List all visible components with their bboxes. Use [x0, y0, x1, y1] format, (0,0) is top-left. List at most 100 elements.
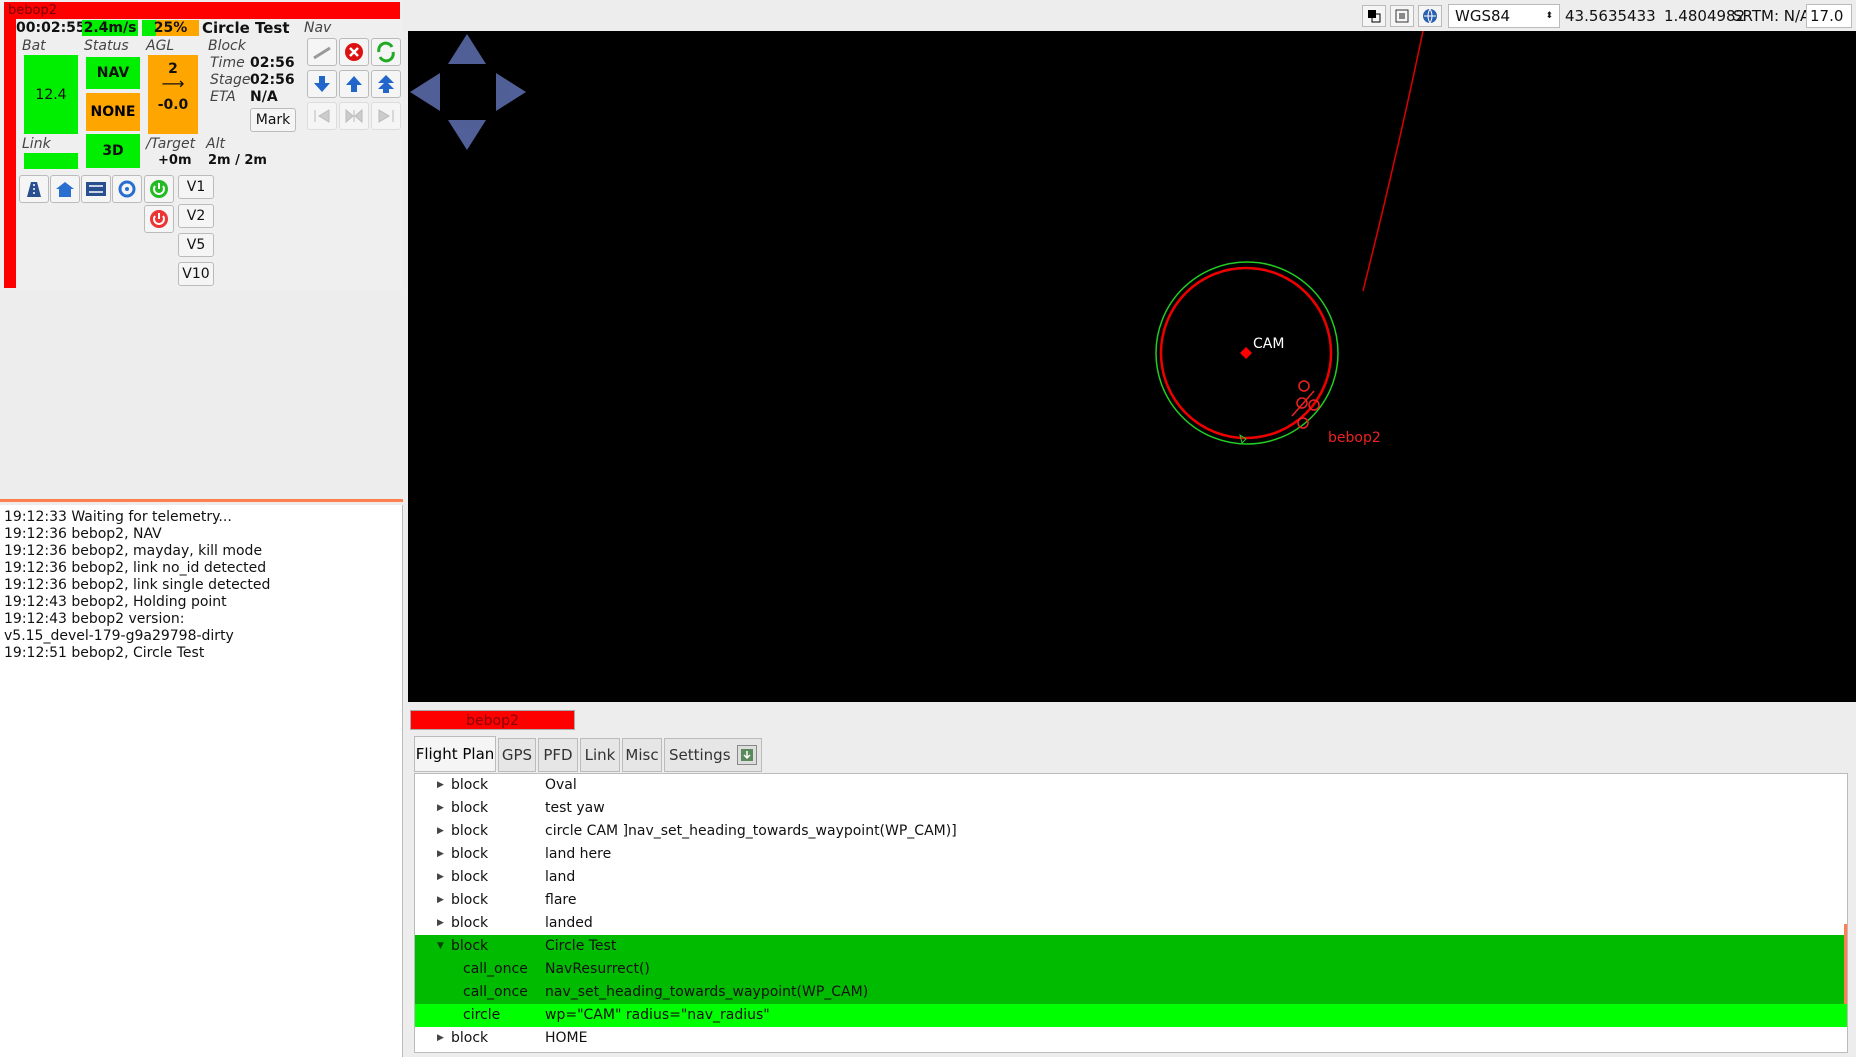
double-arrow-up-icon	[378, 75, 394, 93]
tree-row[interactable]: call_once nav_set_heading_towards_waypoin…	[415, 981, 1847, 1004]
pan-arrows[interactable]	[410, 34, 526, 150]
block-label: Block	[208, 38, 246, 54]
expand-arrow-icon[interactable]: ▶	[437, 889, 444, 912]
console-line: 19:12:36 bebop2, link no_id detected	[4, 560, 267, 576]
power-on-button[interactable]	[144, 175, 174, 203]
takeoff-button[interactable]	[307, 38, 337, 66]
zoom-value: 17.0	[1810, 7, 1844, 25]
console-line: 19:12:36 bebop2, mayday, kill mode	[4, 543, 263, 559]
arrow-down-icon	[314, 76, 330, 92]
target-value: +0m	[158, 153, 192, 168]
expand-arrow-icon[interactable]: ▶	[437, 843, 444, 866]
pan-up-icon[interactable]	[448, 34, 486, 64]
status-gps: 3D	[86, 134, 140, 168]
power-off-icon	[150, 210, 168, 228]
tree-row[interactable]: ▶ block test yaw	[415, 797, 1849, 820]
down-button[interactable]	[307, 70, 337, 98]
fit-button[interactable]	[1390, 5, 1414, 27]
console-line: 19:12:36 bebop2, NAV	[4, 526, 162, 542]
status-kill: NONE	[86, 93, 140, 131]
tree-row-active-stage[interactable]: circle wp="CAM" radius="nav_radius"	[415, 1004, 1847, 1027]
projection-select[interactable]: WGS84 ⬍	[1448, 4, 1560, 28]
fast-up-button[interactable]	[371, 70, 401, 98]
link-label: Link	[22, 136, 51, 152]
strip-name-bar[interactable]: bebop2	[4, 2, 400, 19]
v1-button[interactable]: V1	[178, 175, 214, 199]
power-on-icon	[150, 180, 168, 198]
aircraft-tab[interactable]: bebop2	[410, 710, 575, 730]
power-off-button[interactable]	[144, 205, 174, 233]
v5-button[interactable]: V5	[178, 233, 214, 257]
zoom-spinbox[interactable]: 17.0	[1806, 4, 1852, 28]
expand-arrow-icon[interactable]: ▶	[437, 797, 444, 820]
expand-arrow-icon[interactable]: ▶	[437, 820, 444, 843]
status-label: Status	[84, 38, 129, 54]
tree-row[interactable]: ▶ block land here	[415, 843, 1849, 866]
agl-climb: -0.0	[157, 97, 189, 113]
tab-link[interactable]: Link	[580, 738, 620, 772]
expand-arrow-icon[interactable]: ▶	[437, 912, 444, 935]
current-block: Circle Test	[202, 19, 290, 37]
tree-row[interactable]: ▶ block landed	[415, 912, 1849, 935]
reset-button[interactable]	[112, 175, 142, 203]
tree-row[interactable]: ▶ block Oval	[415, 774, 1849, 797]
settings-button[interactable]	[81, 175, 111, 203]
tree-scrollbar[interactable]	[1844, 924, 1847, 1004]
google-maps-button[interactable]	[1418, 5, 1442, 27]
expand-arrow-icon[interactable]: ▶	[437, 866, 444, 889]
collapse-arrow-icon[interactable]: ▼	[437, 935, 444, 958]
tree-row[interactable]: ▶ block HOME	[415, 1027, 1849, 1050]
tab-pfd[interactable]: PFD	[538, 738, 578, 772]
tree-row[interactable]: call_once NavResurrect()	[415, 958, 1847, 981]
home-button[interactable]	[50, 175, 80, 203]
prev-block-button[interactable]	[307, 102, 337, 130]
stage-value: 02:56	[250, 72, 295, 88]
map-layer: CAM bebop2	[410, 31, 1424, 446]
agl-label: AGL	[146, 38, 175, 54]
next-block-button[interactable]	[371, 102, 401, 130]
v10-button[interactable]: V10	[178, 262, 214, 286]
console-line: v5.15_devel-179-g9a29798-dirty	[4, 628, 234, 644]
mark-button[interactable]: Mark	[250, 108, 296, 132]
climb-arrow-icon: ⟶	[161, 74, 185, 93]
abort-button[interactable]	[339, 38, 369, 66]
pan-down-icon[interactable]	[448, 120, 486, 150]
home-icon	[56, 182, 74, 197]
resurrect-button[interactable]	[371, 38, 401, 66]
tab-misc[interactable]: Misc	[622, 738, 662, 772]
throttle-value: 25%	[142, 20, 199, 36]
launch-button[interactable]	[19, 175, 49, 203]
console-line: 19:12:36 bebop2, link single detected	[4, 577, 271, 593]
layer-toggle-button[interactable]	[1362, 5, 1386, 27]
up-button[interactable]	[339, 70, 369, 98]
expand-arrow-icon[interactable]: ▶	[437, 1027, 444, 1050]
battery-value: 12.4	[24, 55, 78, 134]
nav-label: Nav	[304, 20, 332, 36]
pan-left-icon[interactable]	[410, 73, 440, 111]
console-line: 19:12:43 bebop2, Holding point	[4, 594, 227, 610]
target-label: /Target	[146, 136, 196, 152]
pan-right-icon[interactable]	[496, 73, 526, 111]
tab-settings[interactable]: Settings	[664, 738, 762, 772]
tree-row[interactable]: ▶ block land	[415, 866, 1849, 889]
v2-button[interactable]: V2	[178, 204, 214, 228]
skip-back-icon	[314, 109, 330, 123]
tree-row[interactable]: ▶ block flare	[415, 889, 1849, 912]
time-label: Time	[210, 55, 245, 71]
reload-icon	[118, 180, 136, 198]
tab-gps[interactable]: GPS	[498, 738, 536, 772]
tree-row-active-block[interactable]: ▼ block Circle Test	[415, 935, 1847, 958]
restart-block-button[interactable]	[339, 102, 369, 130]
tab-flight-plan[interactable]: Flight Plan	[414, 736, 496, 772]
layers-icon	[1368, 10, 1381, 23]
agl-box: 2 ⟶ -0.0	[148, 55, 198, 134]
speed-value: 2.4m/s	[82, 20, 138, 36]
map-canvas[interactable]: CAM bebop2	[408, 31, 1856, 702]
expand-arrow-icon[interactable]: ▶	[437, 774, 444, 797]
tree-row[interactable]: ▶ block circle CAM ]nav_set_heading_toward…	[415, 820, 1849, 843]
save-settings-icon[interactable]	[736, 745, 757, 765]
projection-value: WGS84	[1455, 7, 1511, 25]
panel-splitter[interactable]	[0, 499, 403, 502]
console-line: 19:12:33 Waiting for telemetry...	[4, 509, 232, 525]
waypoint-cam-icon[interactable]	[1240, 347, 1252, 359]
